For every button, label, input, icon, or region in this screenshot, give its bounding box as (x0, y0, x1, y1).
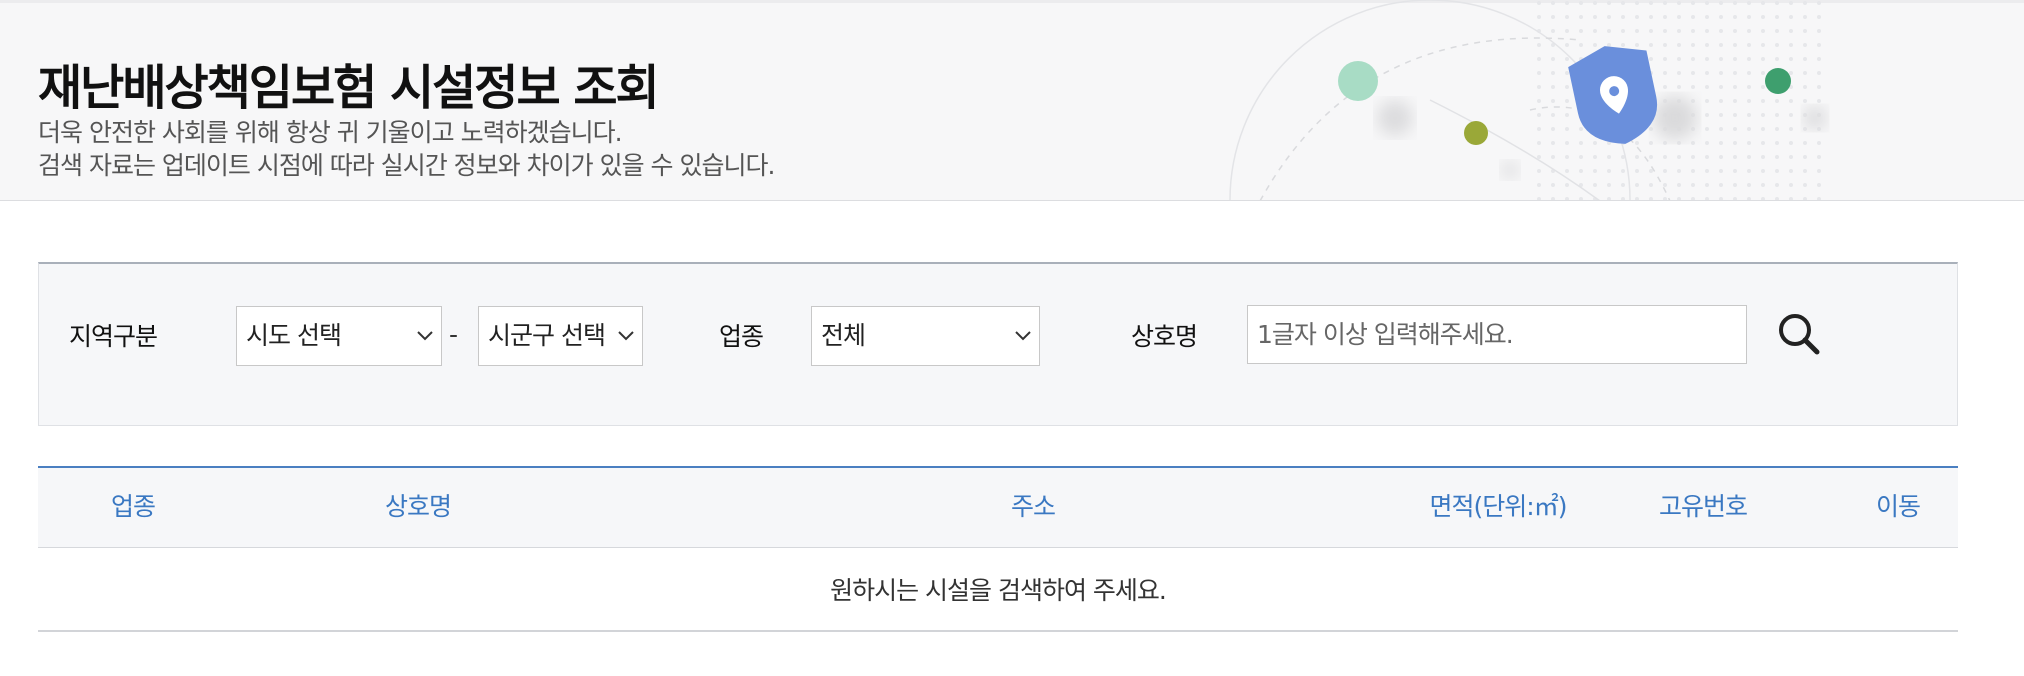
deco-olive-dot (1464, 121, 1488, 145)
column-header-address: 주소 (1010, 492, 1056, 521)
chevron-down-icon (1015, 331, 1031, 341)
column-header-move: 이동 (1875, 492, 1921, 521)
deco-mint-dot (1338, 61, 1378, 101)
deco-blur-dot-1 (1377, 100, 1413, 136)
deco-blur-dot-2 (1501, 161, 1519, 179)
business-name-label: 상호명 (1131, 322, 1198, 351)
page-header: 재난배상책임보험 시설정보 조회 더욱 안전한 사회를 위해 항상 귀 기울이고… (0, 0, 2024, 201)
search-button[interactable] (1773, 308, 1829, 364)
chevron-down-icon (618, 331, 634, 341)
sigungu-select[interactable]: 시군구 선택 (478, 306, 643, 366)
search-icon (1779, 314, 1820, 355)
sido-select[interactable]: 시도 선택 (236, 306, 442, 366)
column-header-business-name: 상호명 (384, 492, 452, 521)
chevron-down-icon (417, 331, 433, 341)
subtitle-line-1: 더욱 안전한 사회를 위해 항상 귀 기울이고 노력하겠습니다. (38, 118, 623, 147)
deco-blur-dot-4 (1803, 106, 1827, 130)
subtitle-line-2: 검색 자료는 업데이트 시점에 따라 실시간 정보와 차이가 있을 수 있습니다… (38, 151, 775, 180)
business-name-placeholder: 1글자 이상 입력해주세요. (1257, 320, 1514, 349)
sido-select-value: 시도 선택 (246, 321, 342, 350)
column-header-unique-number: 고유번호 (1658, 492, 1748, 521)
empty-result-message: 원하시는 시설을 검색하여 주세요. (830, 576, 1167, 605)
search-panel: 지역구분 시도 선택 - 시군구 선택 업종 전체 상호명 1글자 이상 입력해… (38, 262, 1958, 426)
results-table: 업종 상호명 주소 면적(단위:㎡) 고유번호 이동 원하시는 시설을 검색하여… (38, 466, 1958, 632)
region-separator: - (449, 320, 459, 349)
table-row: 원하시는 시설을 검색하여 주세요. (38, 549, 1958, 632)
industry-select-value: 전체 (821, 321, 866, 350)
business-name-input[interactable]: 1글자 이상 입력해주세요. (1247, 305, 1747, 364)
sigungu-select-value: 시군구 선택 (488, 321, 606, 350)
region-label: 지역구분 (69, 322, 158, 351)
column-header-area: 면적(단위:㎡) (1429, 492, 1568, 521)
table-header: 업종 상호명 주소 면적(단위:㎡) 고유번호 이동 (38, 468, 1958, 548)
header-decoration (1229, 0, 1830, 200)
column-header-industry: 업종 (110, 492, 156, 521)
page-subtitle: 더욱 안전한 사회를 위해 항상 귀 기울이고 노력하겠습니다. 검색 자료는 … (38, 116, 775, 182)
industry-select[interactable]: 전체 (811, 306, 1040, 366)
deco-green-dot (1765, 68, 1791, 94)
page-title: 재난배상책임보험 시설정보 조회 (38, 60, 660, 116)
deco-blur-dot-3 (1653, 96, 1697, 140)
industry-label: 업종 (719, 322, 764, 351)
